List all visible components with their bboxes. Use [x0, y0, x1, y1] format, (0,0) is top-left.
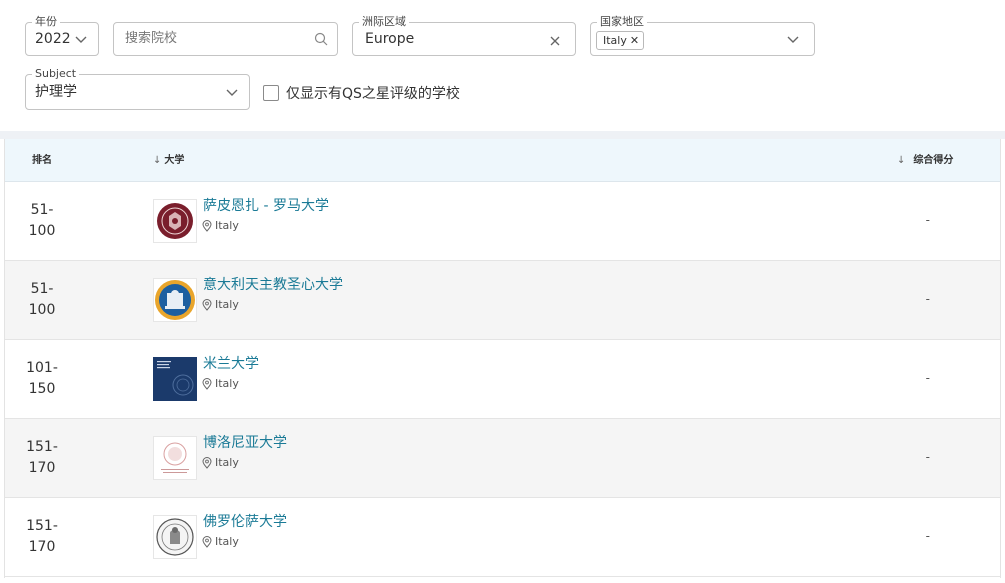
university-header[interactable]: ↓ 大学 [153, 139, 184, 182]
location-pin-icon [202, 456, 212, 469]
search-placeholder: 搜索院校 [125, 31, 178, 46]
university-header-label: 大学 [164, 155, 185, 166]
firenze-seal-icon[interactable] [153, 515, 197, 559]
location-label: Italy [215, 377, 239, 390]
university-link[interactable]: 萨皮恩扎 - 罗马大学 [203, 195, 329, 215]
subject-value: 护理学 [35, 84, 77, 100]
location-pin-icon [202, 219, 212, 232]
rank-value: 51- 100 [28, 281, 56, 318]
sapienza-seal-icon[interactable] [153, 199, 197, 243]
location: Italy [202, 298, 239, 311]
bologna-seal-icon[interactable] [153, 436, 197, 480]
score-header-label: 综合得分 [913, 155, 954, 166]
cattolica-seal-icon[interactable] [153, 278, 197, 322]
location: Italy [202, 456, 239, 469]
region-select[interactable]: 洲际区域 Europe [352, 15, 576, 56]
university-link[interactable]: 佛罗伦萨大学 [203, 511, 287, 531]
country-legend: 国家地区 [597, 15, 647, 29]
qs-stars-checkbox[interactable] [263, 85, 279, 101]
location: Italy [202, 219, 239, 232]
region-value: Europe [365, 31, 415, 47]
score-header[interactable]: ↓ 综合得分 [897, 139, 953, 182]
year-select[interactable]: 年份 2022 [25, 15, 99, 56]
university-link[interactable]: 博洛尼亚大学 [203, 432, 287, 452]
search-input[interactable]: 搜索院校 [113, 22, 338, 56]
section-divider [0, 131, 1005, 139]
university-link[interactable]: 意大利天主教圣心大学 [203, 274, 343, 294]
location-pin-icon [202, 535, 212, 548]
year-value: 2022 [35, 31, 71, 47]
chevron-down-icon [75, 36, 87, 43]
search-icon[interactable] [314, 32, 328, 46]
clear-icon[interactable] [550, 36, 560, 46]
location-label: Italy [215, 219, 239, 232]
score-value: - [925, 371, 930, 385]
location-pin-icon [202, 298, 212, 311]
location-pin-icon [202, 377, 212, 390]
score-value: - [925, 213, 930, 227]
table-row[interactable]: 51- 100 萨皮恩扎 - 罗马大学 Italy - [5, 182, 1000, 261]
table-row[interactable]: 51- 100 意大利天主教圣心大学 Italy - [5, 261, 1000, 340]
table-row[interactable]: 151- 170 博洛尼亚大学 Italy - [5, 419, 1000, 498]
university-link[interactable]: 米兰大学 [203, 353, 259, 373]
table-header: 排名 ↓ 大学 ↓ 综合得分 [5, 139, 1000, 182]
country-chip-label: Italy [603, 34, 627, 47]
qs-stars-filter[interactable]: 仅显示有QS之星评级的学校 [263, 83, 460, 103]
rank-value: 151- 170 [26, 439, 58, 476]
location-label: Italy [215, 456, 239, 469]
country-chip[interactable]: Italy ✕ [596, 31, 645, 50]
rank-value: 101- 150 [26, 360, 58, 397]
chevron-down-icon [787, 36, 799, 43]
filter-panel: 年份 2022 搜索院校 洲际区域 Europe 国家地区 Italy ✕ Su… [0, 0, 1005, 131]
chevron-down-icon [226, 89, 238, 96]
score-value: - [925, 450, 930, 464]
score-value: - [925, 292, 930, 306]
location: Italy [202, 377, 239, 390]
milano-logo-icon[interactable] [153, 357, 197, 401]
country-select[interactable]: 国家地区 Italy ✕ [590, 15, 815, 56]
rank-value: 51- 100 [28, 202, 56, 239]
ranking-table: 排名 ↓ 大学 ↓ 综合得分 51- 100 萨皮恩扎 - 罗马大学 Italy - … [4, 139, 1001, 578]
rank-header[interactable]: 排名 [32, 139, 52, 182]
location-label: Italy [215, 298, 239, 311]
qs-stars-label: 仅显示有QS之星评级的学校 [286, 86, 460, 102]
sort-arrow-icon: ↓ [897, 155, 906, 166]
location: Italy [202, 535, 239, 548]
table-row[interactable]: 101- 150 米兰大学 Italy - [5, 340, 1000, 419]
subject-select[interactable]: Subject 护理学 [25, 67, 250, 110]
remove-chip-icon[interactable]: ✕ [630, 32, 639, 49]
sort-arrow-icon: ↓ [153, 155, 162, 166]
location-label: Italy [215, 535, 239, 548]
table-row[interactable]: 151- 170 佛罗伦萨大学 Italy - [5, 498, 1000, 577]
score-value: - [925, 529, 930, 543]
rank-value: 151- 170 [26, 518, 58, 555]
